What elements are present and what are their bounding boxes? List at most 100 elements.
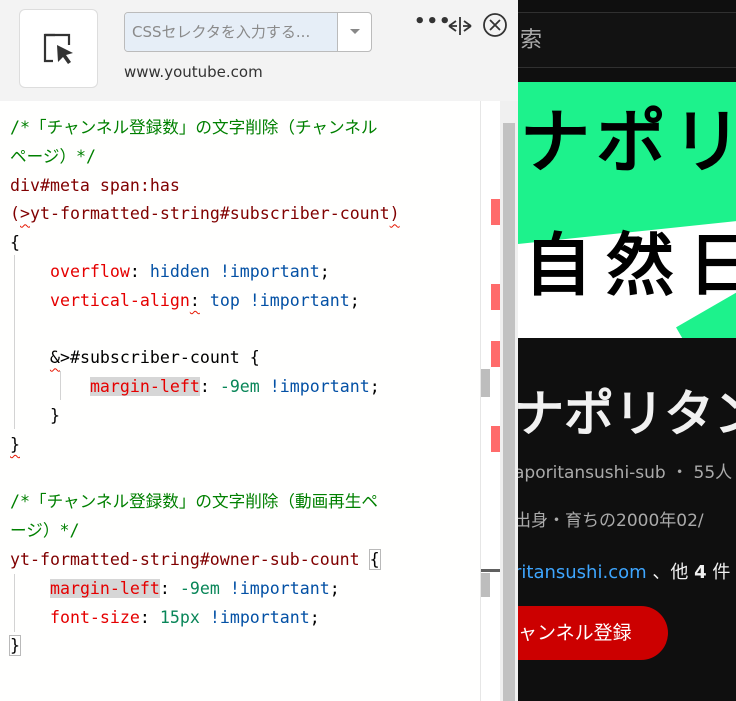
youtube-search-box[interactable] [518, 12, 736, 68]
code-token: 15px [159, 607, 200, 627]
code-line[interactable]: vertical-align: top !important; [10, 286, 360, 315]
code-line[interactable]: ページ）*/ [10, 142, 96, 171]
subscribe-button[interactable]: ャンネル登録 [518, 606, 668, 660]
overview-ruler-cursor [481, 569, 500, 572]
code-line[interactable]: ージ）*/ [10, 516, 79, 545]
code-token: margin-left [49, 578, 160, 598]
code-line[interactable]: yt-formatted-string#owner-sub-count { [10, 545, 381, 574]
code-token: overflow [49, 262, 130, 281]
chevron-down-icon [349, 29, 360, 34]
panel-scrollbar[interactable] [500, 101, 518, 701]
code-token: vertical-align [49, 290, 190, 310]
channel-description[interactable]: 出身・育ちの2000年02/ [518, 506, 704, 531]
code-token: : [129, 262, 150, 281]
overview-ruler-slider-secondary [481, 573, 490, 597]
diff-marker [491, 426, 500, 452]
youtube-topbar: 索 [518, 0, 736, 82]
panel-scrollbar-thumb[interactable] [503, 123, 515, 701]
code-token: yt-formatted-string#owner-sub-count [10, 550, 370, 569]
code-line[interactable]: /*「チャンネル登録数」の文字削除（動画再生ペ [10, 487, 378, 516]
code-line[interactable]: div#meta span:has [10, 171, 180, 200]
code-token: > [20, 204, 30, 224]
code-token: ; [329, 578, 340, 598]
diff-marker [491, 284, 500, 310]
close-circle-icon [483, 13, 507, 37]
element-picker-icon [43, 33, 73, 64]
code-line[interactable]: } [10, 430, 20, 459]
youtube-channel-page: 索 ナポリ 自然日 ナポリタン aporitansushi-sub ・ 55人 … [518, 0, 736, 701]
element-picker-button[interactable] [19, 9, 98, 88]
channel-links-suffix-pre[interactable]: 、他 [647, 562, 694, 583]
code-token: & [49, 348, 60, 368]
code-token: } [9, 635, 21, 657]
horizontal-resize-icon [448, 17, 472, 35]
code-line[interactable]: /*「チャンネル登録数」の文字削除（チャンネル [10, 113, 377, 142]
editor-overview-ruler[interactable] [480, 101, 500, 701]
code-token: ; [349, 290, 360, 310]
code-line[interactable]: margin-left: -9em !important; [10, 574, 340, 603]
code-token: { [10, 233, 20, 253]
panel-resize-button[interactable] [446, 12, 474, 40]
code-line[interactable]: } [10, 401, 60, 430]
channel-link[interactable]: ritansushi.com [518, 562, 647, 583]
indent-guide [14, 574, 15, 632]
code-token: top !important [209, 290, 350, 310]
code-token: ( [10, 204, 20, 224]
code-line[interactable]: (>yt-formatted-string#subscriber-count) [10, 199, 400, 228]
code-line[interactable]: margin-left: -9em !important; [10, 372, 380, 401]
selector-dropdown-button[interactable] [337, 13, 371, 51]
indent-guide [60, 371, 61, 400]
code-line[interactable]: overflow: hidden !important; [10, 257, 330, 286]
code-token: } [10, 434, 20, 454]
code-token: font-size [49, 607, 140, 627]
code-token: hidden !important [149, 262, 320, 281]
code-line[interactable]: { [10, 228, 20, 257]
code-token: yt-formatted-string#subscriber-count [30, 204, 390, 224]
code-token: : [199, 377, 220, 397]
code-editor[interactable]: /*「チャンネル登録数」の文字削除（チャンネル ページ）*/ div#meta sp… [0, 101, 500, 701]
channel-links-suffix-post[interactable]: 件 [707, 562, 730, 583]
banner-text-line2: 自然日 [524, 227, 736, 306]
css-selector-input[interactable] [125, 13, 337, 51]
code-token: div#meta span:has [10, 175, 180, 195]
close-panel-button[interactable] [482, 12, 508, 38]
code-line[interactable]: &>#subscriber-count { [10, 343, 260, 372]
code-token: : [189, 290, 200, 310]
channel-handle-subscribers: aporitansushi-sub ・ 55人 [518, 463, 733, 483]
code-token: !important [229, 578, 330, 598]
code-token: ページ）*/ [10, 146, 97, 166]
code-token: ) [389, 204, 400, 224]
code-token: { [368, 549, 381, 570]
code-token: ージ）*/ [10, 521, 80, 541]
code-token: ; [369, 377, 380, 397]
code-line[interactable]: font-size: 15px !important; [10, 603, 320, 632]
code-line[interactable]: } [9, 631, 21, 660]
channel-name: ナポリタン [518, 385, 736, 443]
code-token: margin-left [89, 377, 200, 397]
channel-links-count[interactable]: 4 [694, 562, 707, 583]
indent-guide [14, 255, 15, 429]
overview-ruler-slider[interactable] [481, 369, 490, 397]
css-editor-panel: www.youtube.com ••• /*「チャンネル登録数」の文字削除（チャ… [0, 0, 518, 701]
code-token: } [49, 406, 60, 425]
code-token: : [139, 607, 160, 627]
css-selector-combobox[interactable] [124, 12, 372, 52]
site-hostname: www.youtube.com [124, 63, 263, 81]
diff-marker [491, 341, 500, 367]
channel-links: ritansushi.com 、他 4 件 [518, 558, 730, 584]
code-token: /*「チャンネル登録数」の文字削除（チャンネル [10, 118, 378, 137]
diff-marker [491, 199, 500, 225]
more-options-button[interactable]: ••• [414, 12, 451, 38]
code-token: !important [209, 607, 310, 627]
